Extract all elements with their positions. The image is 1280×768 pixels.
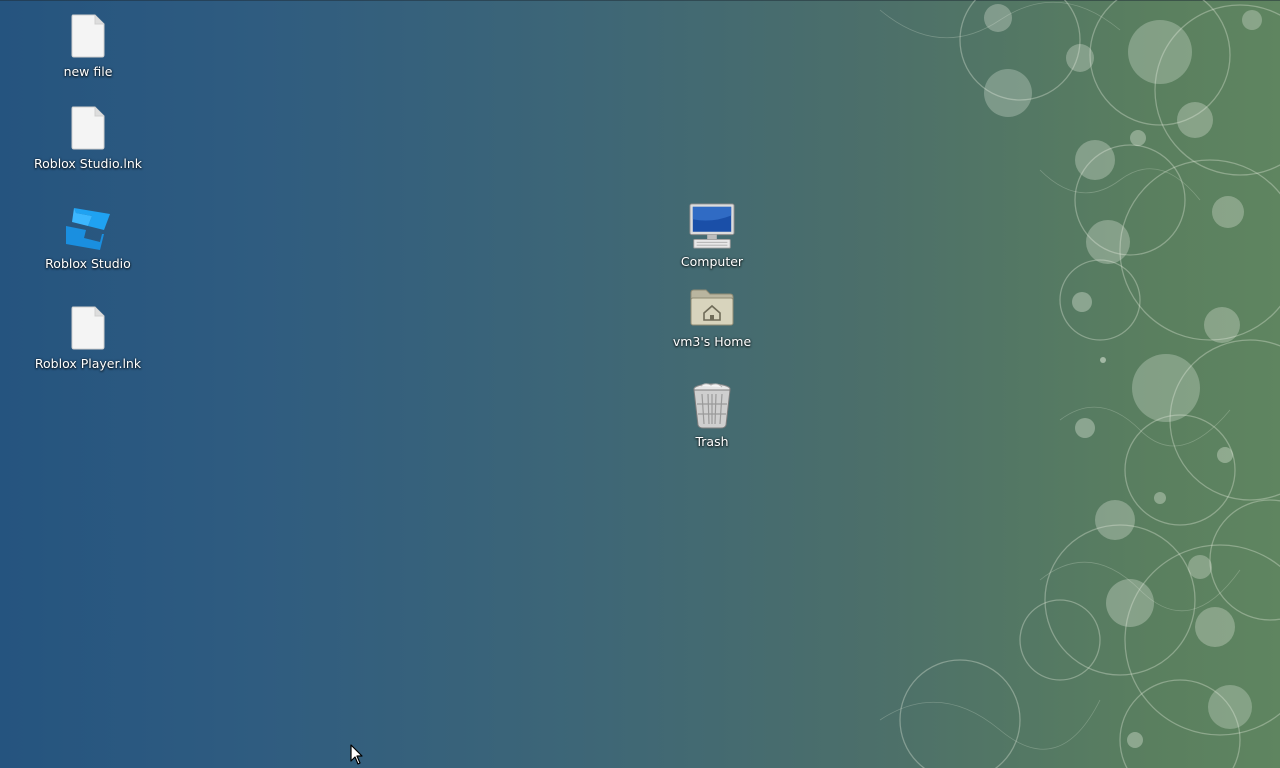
home-folder-icon xyxy=(688,282,736,330)
computer-icon xyxy=(688,202,736,250)
desktop-icon-roblox-studio-lnk[interactable]: Roblox Studio.lnk xyxy=(28,104,148,188)
blank-file-icon xyxy=(64,12,112,60)
desktop[interactable]: { "desktop": { "left_icons": [ {"label":… xyxy=(0,0,1280,768)
desktop-icon-home-folder[interactable]: vm3's Home xyxy=(652,282,772,366)
desktop-icon-new-file[interactable]: new file xyxy=(28,12,148,96)
icon-label: Roblox Studio.lnk xyxy=(33,156,142,171)
wallpaper-decoration xyxy=(879,0,1280,768)
mouse-pointer-icon xyxy=(350,744,363,765)
icon-label: Roblox Studio xyxy=(45,256,131,271)
desktop-icon-roblox-player-lnk[interactable]: Roblox Player.lnk xyxy=(28,304,148,388)
icon-label: Computer xyxy=(680,254,744,269)
desktop-icon-trash[interactable]: Trash xyxy=(652,382,772,466)
trash-icon xyxy=(688,382,736,430)
icon-label: Trash xyxy=(695,434,729,449)
icon-label: new file xyxy=(63,64,113,79)
blank-file-icon xyxy=(64,304,112,352)
top-border xyxy=(0,0,1280,1)
roblox-studio-icon xyxy=(64,204,112,252)
desktop-icon-computer[interactable]: Computer xyxy=(652,202,772,286)
icon-label: Roblox Player.lnk xyxy=(34,356,142,371)
icon-label: vm3's Home xyxy=(672,334,752,349)
blank-file-icon xyxy=(64,104,112,152)
desktop-icon-roblox-studio[interactable]: Roblox Studio xyxy=(28,204,148,288)
